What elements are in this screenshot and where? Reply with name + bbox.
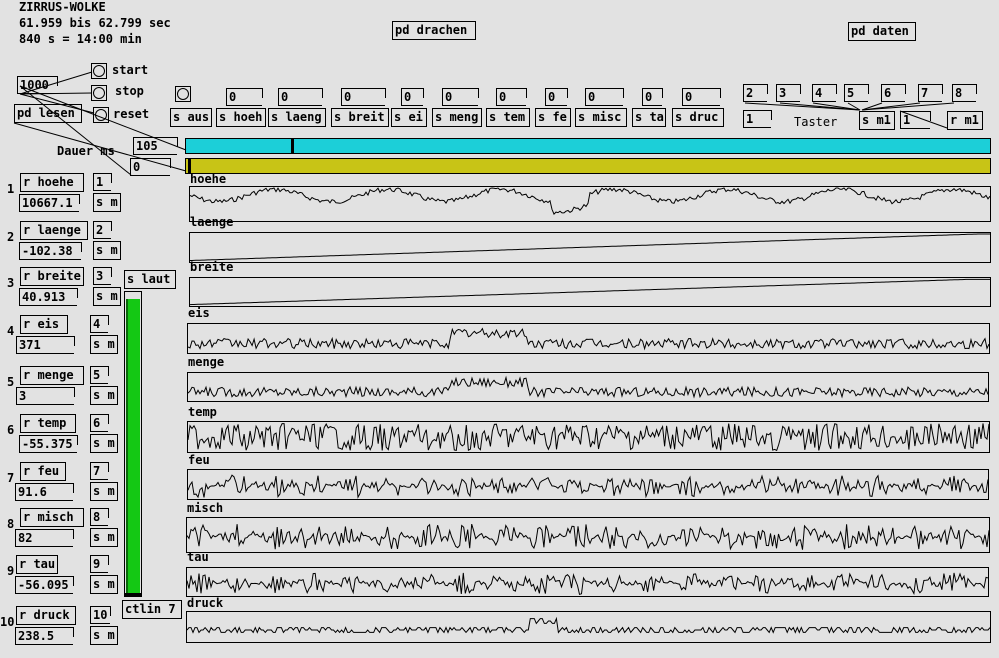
- patch-cord: [19, 92, 93, 95]
- patch-cord: [13, 122, 187, 172]
- patch-cord: [19, 71, 93, 95]
- patch-cord: [19, 85, 187, 151]
- patch-cord: [19, 85, 132, 176]
- patch-cord: [899, 110, 948, 129]
- patch-cords: [13, 71, 955, 176]
